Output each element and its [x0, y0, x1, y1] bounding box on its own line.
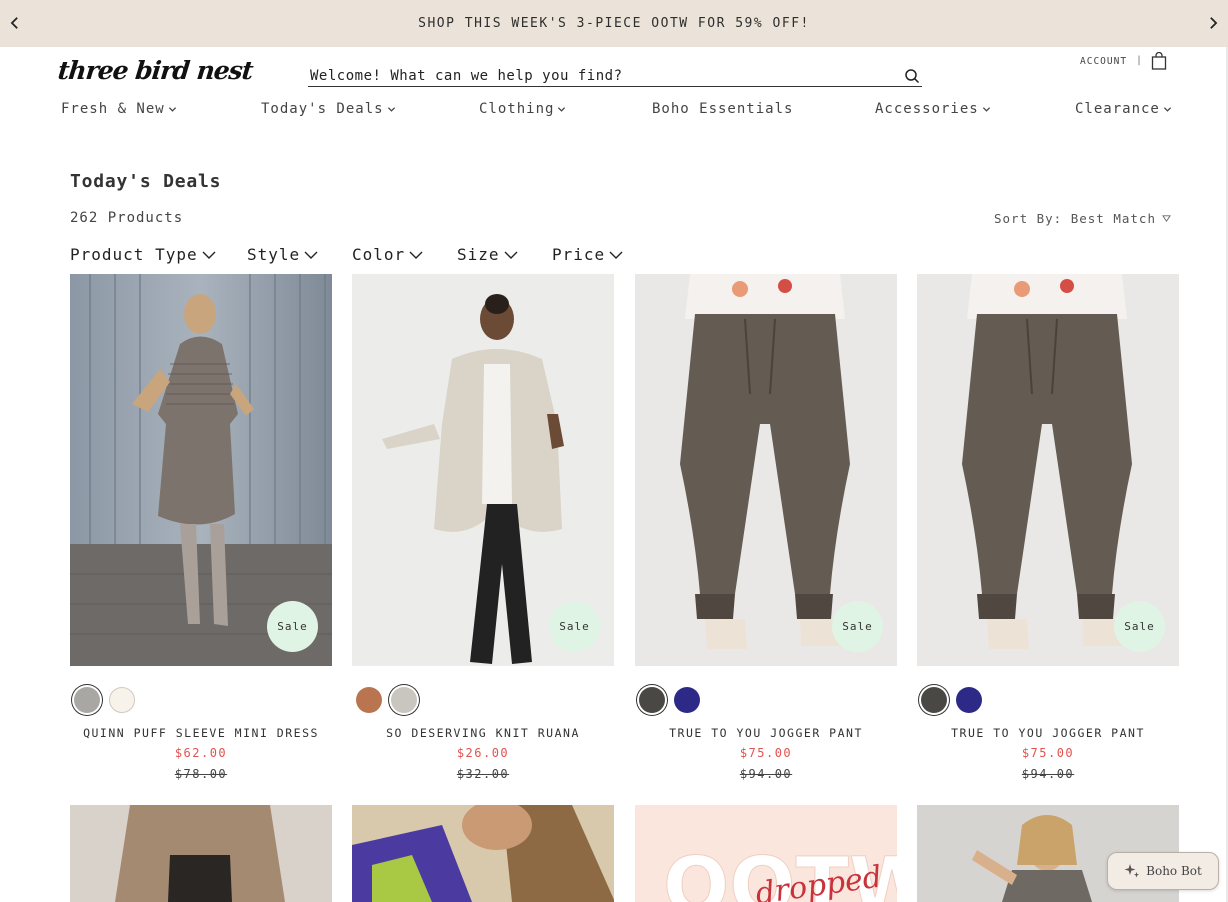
- color-swatch[interactable]: [956, 687, 982, 713]
- product-name[interactable]: SO DESERVING KNIT RUANA: [352, 726, 614, 740]
- nav-item-accessories[interactable]: Accessories: [875, 101, 991, 117]
- product-count: 262 Products: [70, 210, 184, 226]
- product-compare-price: $32.00: [456, 767, 510, 781]
- boho-bot-button[interactable]: Boho Bot: [1107, 852, 1219, 890]
- chevron-down-icon: [202, 251, 216, 259]
- account-link[interactable]: ACCOUNT: [1080, 56, 1127, 67]
- product-name[interactable]: TRUE TO YOU JOGGER PANT: [917, 726, 1179, 740]
- promo-tile[interactable]: OOTW dropped: [635, 805, 897, 902]
- product-image[interactable]: [70, 805, 332, 902]
- chevron-down-icon: [609, 251, 623, 259]
- chevron-down-icon: [409, 251, 423, 259]
- product-image[interactable]: [352, 805, 614, 902]
- nav-item-label: Clothing: [479, 101, 555, 117]
- chevron-left-icon[interactable]: [6, 14, 24, 32]
- nav-item-fresh-new[interactable]: Fresh & New: [61, 101, 177, 117]
- search-bar: [308, 66, 922, 87]
- product-compare-price: $94.00: [739, 767, 793, 781]
- color-swatch[interactable]: [921, 687, 947, 713]
- chevron-down-icon: [168, 106, 176, 112]
- product-price: $26.00: [456, 746, 510, 760]
- header-divider: |: [1136, 55, 1143, 66]
- nav-item-clothing[interactable]: Clothing: [479, 101, 566, 117]
- caret-down-icon: [1162, 215, 1171, 223]
- color-swatch[interactable]: [674, 687, 700, 713]
- product-image[interactable]: Sale: [635, 274, 897, 666]
- promo-bar: SHOP THIS WEEK'S 3-PIECE OOTW FOR 59% OF…: [0, 0, 1228, 47]
- chevron-down-icon: [1163, 106, 1171, 112]
- product-name[interactable]: TRUE TO YOU JOGGER PANT: [635, 726, 897, 740]
- nav-item-label: Accessories: [875, 101, 979, 117]
- chevron-down-icon: [982, 106, 990, 112]
- sale-badge: Sale: [832, 601, 883, 652]
- product-image[interactable]: Sale: [352, 274, 614, 666]
- sale-badge: Sale: [549, 601, 600, 652]
- color-swatch[interactable]: [639, 687, 665, 713]
- color-swatch[interactable]: [356, 687, 382, 713]
- product-name[interactable]: QUINN PUFF SLEEVE MINI DRESS: [70, 726, 332, 740]
- boho-bot-label: Boho Bot: [1146, 864, 1202, 878]
- color-swatch[interactable]: [74, 687, 100, 713]
- page-title: Today's Deals: [70, 171, 222, 192]
- chevron-right-icon[interactable]: [1204, 14, 1222, 32]
- color-swatch[interactable]: [109, 687, 135, 713]
- filter-product-type[interactable]: Product Type: [70, 245, 216, 264]
- filter-label: Style: [247, 245, 301, 264]
- nav-item-label: Clearance: [1075, 101, 1160, 117]
- filter-label: Size: [457, 245, 500, 264]
- nav-item-boho-essentials[interactable]: Boho Essentials: [652, 101, 793, 117]
- product-price: $75.00: [1021, 746, 1075, 760]
- filter-style[interactable]: Style: [247, 245, 318, 264]
- search-input[interactable]: [308, 68, 904, 84]
- filter-label: Color: [352, 245, 406, 264]
- filter-label: Product Type: [70, 245, 198, 264]
- search-icon[interactable]: [904, 68, 920, 84]
- filter-size[interactable]: Size: [457, 245, 518, 264]
- product-image[interactable]: Sale: [917, 274, 1179, 666]
- shopping-bag-icon[interactable]: [1151, 52, 1167, 70]
- nav-item-label: Fresh & New: [61, 101, 165, 117]
- main-nav: Fresh & New Today's Deals Clothing Boho …: [0, 101, 1228, 121]
- product-compare-price: $78.00: [174, 767, 228, 781]
- filter-color[interactable]: Color: [352, 245, 423, 264]
- color-swatch[interactable]: [391, 687, 417, 713]
- chevron-down-icon: [504, 251, 518, 259]
- chevron-down-icon: [558, 106, 566, 112]
- nav-item-clearance[interactable]: Clearance: [1075, 101, 1172, 117]
- product-price: $75.00: [739, 746, 793, 760]
- sale-badge: Sale: [1114, 601, 1165, 652]
- product-price: $62.00: [174, 746, 228, 760]
- logo[interactable]: three bird nest: [56, 56, 254, 85]
- sale-badge: Sale: [267, 601, 318, 652]
- sort-label: Sort By: Best Match: [994, 211, 1156, 226]
- promo-text[interactable]: SHOP THIS WEEK'S 3-PIECE OOTW FOR 59% OF…: [418, 16, 810, 31]
- product-compare-price: $94.00: [1021, 767, 1075, 781]
- chevron-down-icon: [387, 106, 395, 112]
- filter-label: Price: [552, 245, 606, 264]
- nav-item-label: Boho Essentials: [652, 101, 794, 117]
- product-image[interactable]: Sale: [70, 274, 332, 666]
- filter-price[interactable]: Price: [552, 245, 623, 264]
- nav-item-todays-deals[interactable]: Today's Deals: [261, 101, 396, 117]
- nav-item-label: Today's Deals: [261, 101, 384, 117]
- sort-dropdown[interactable]: Sort By: Best Match: [994, 211, 1171, 226]
- chevron-down-icon: [304, 251, 318, 259]
- sparkle-icon: [1124, 864, 1140, 878]
